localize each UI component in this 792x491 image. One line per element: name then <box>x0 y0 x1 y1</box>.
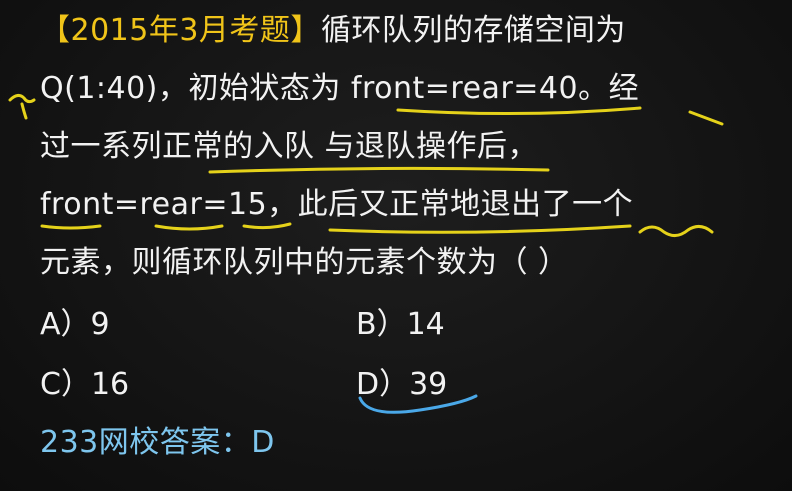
question-line-5: 元素，则循环队列中的元素个数为（ ） <box>40 245 569 280</box>
tick-mark <box>8 93 36 104</box>
option-a: A）9 <box>40 307 110 342</box>
underline-front <box>40 224 102 230</box>
underline-15 <box>242 222 292 230</box>
option-b: B）14 <box>356 307 445 342</box>
underline-jing <box>688 110 724 126</box>
underline-queue-ops <box>208 166 550 174</box>
option-d: D）39 <box>356 367 448 402</box>
option-c: C）16 <box>40 367 130 402</box>
question-line-3: 过一系列正常的入队 与退队操作后， <box>40 129 539 164</box>
question-line-4: front=rear=15，此后又正常地退出了一个 <box>40 187 634 222</box>
answer-text: 233网校答案：D <box>40 425 275 460</box>
underline-rear <box>154 224 224 231</box>
exam-slide: 【2015年3月考题】循环队列的存储空间为 Q(1:40)，初始状态为 fron… <box>0 0 792 491</box>
question-line-1: 【2015年3月考题】循环队列的存储空间为 <box>40 12 626 50</box>
tick-mark-tail <box>20 102 28 120</box>
underline-front-rear-40 <box>396 106 642 116</box>
exam-source-tag: 【2015年3月考题】 <box>40 13 321 48</box>
question-line-1-text: 循环队列的存储空间为 <box>320 13 626 48</box>
underline-wave <box>638 225 714 237</box>
underline-dequeue-one <box>328 224 632 234</box>
question-line-2: Q(1:40)，初始状态为 front=rear=40。经 <box>40 71 640 106</box>
